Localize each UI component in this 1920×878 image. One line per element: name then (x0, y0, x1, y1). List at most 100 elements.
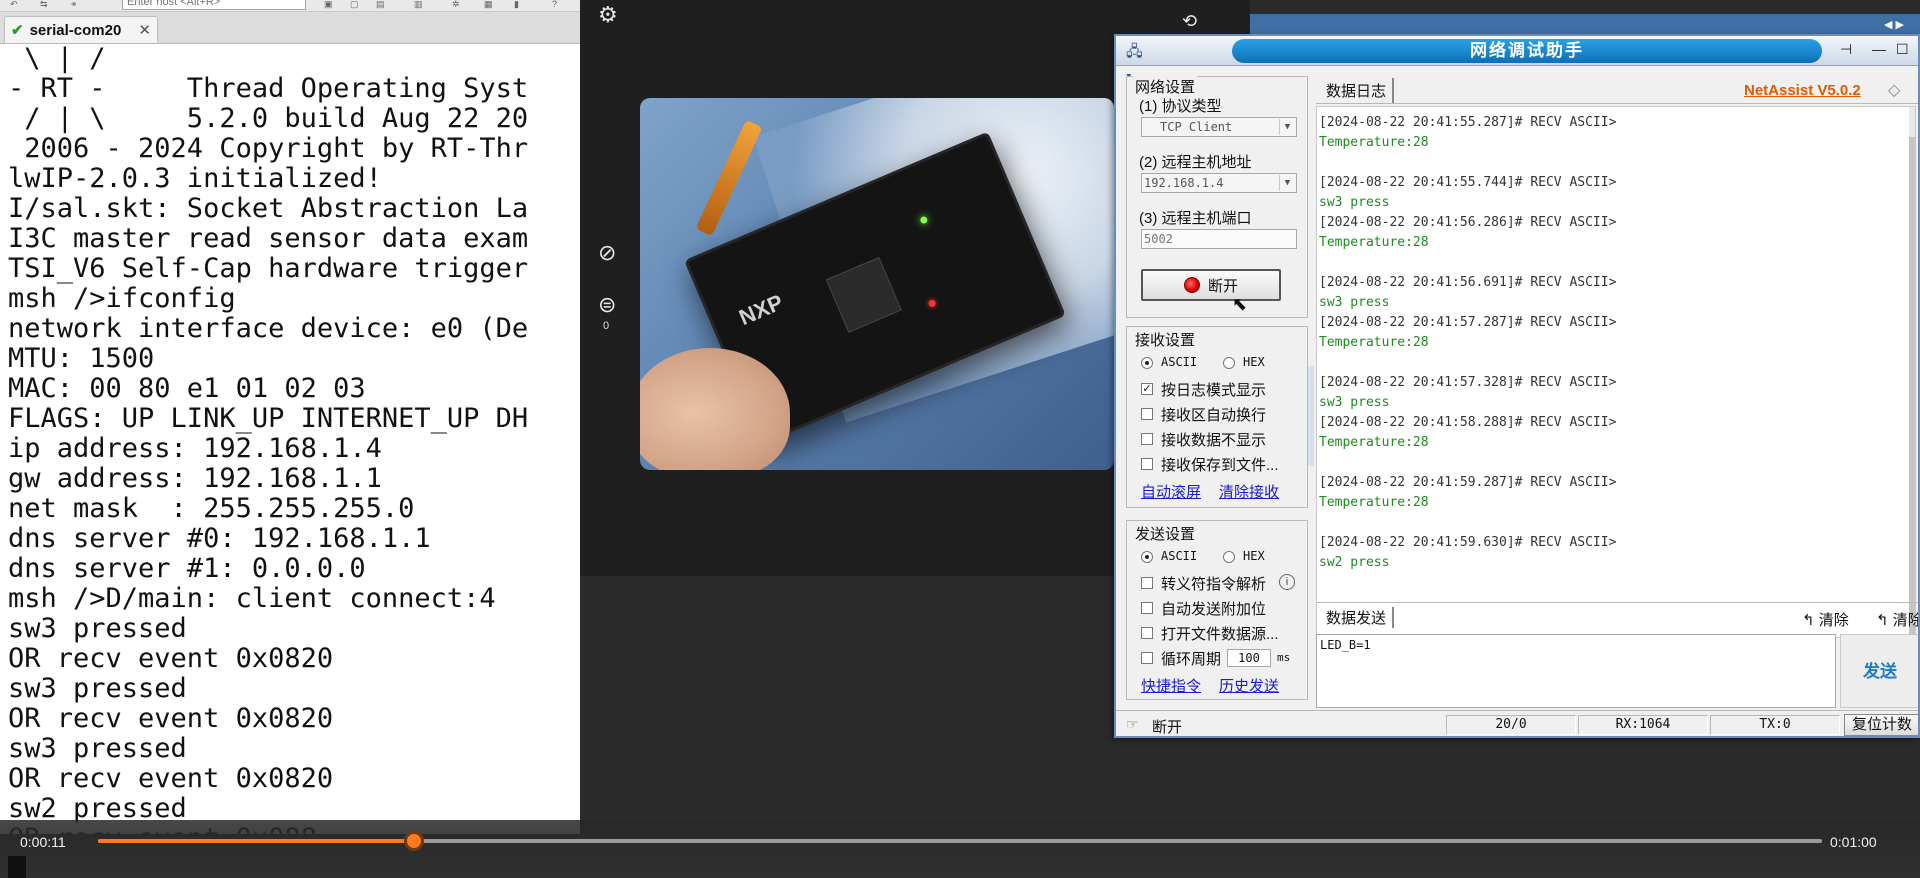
terminal-line: OR recv event 0x0820 (8, 703, 334, 734)
exposure-value: 0 (603, 320, 610, 332)
camera-switch-icon[interactable]: ⟲ (1182, 10, 1197, 32)
tab-label: serial-com20 (29, 21, 122, 39)
green-led (919, 215, 929, 225)
log-entry-header: [2024-08-22 20:41:57.287]# RECV ASCII> (1319, 315, 1617, 330)
lock-icon[interactable]: ▮ (514, 0, 519, 9)
video-player-bar: 0:00:11 0:01:00 (0, 820, 1920, 878)
cycle-checkbox[interactable] (1141, 652, 1153, 664)
connection-icon: ☞ (1126, 716, 1139, 732)
receive-settings-title: 接收设置 (1133, 329, 1198, 350)
tab-serial-com20[interactable]: ✔ serial-com20 ✕ (4, 16, 158, 43)
pin-icon[interactable]: ⊣ (1840, 41, 1852, 58)
panel-splitter[interactable] (1308, 366, 1314, 466)
reset-count-button[interactable]: 复位计数 (1844, 714, 1918, 736)
gem-icon[interactable]: ◇ (1888, 80, 1900, 100)
minimize-icon[interactable]: — (1872, 41, 1886, 57)
recv-hex-label: HEX (1243, 355, 1265, 369)
window-icon[interactable]: ▢ (350, 0, 359, 9)
timer-off-icon[interactable]: ⊘ (598, 242, 616, 264)
log-entry: [2024-08-22 20:41:58.288]# RECV ASCII> Te… (1317, 413, 1915, 473)
network-app-icon[interactable]: 🖧▾ (1126, 41, 1146, 85)
netassist-brand-link[interactable]: NetAssist V5.0.2 (1744, 82, 1861, 99)
host-select[interactable]: 192.168.1.4 ▼ (1141, 173, 1297, 193)
send-hex-radio[interactable] (1223, 551, 1235, 563)
terminal-line: TSI_V6 Self-Cap hardware trigger (8, 253, 529, 284)
log-entry-header: [2024-08-22 20:41:56.691]# RECV ASCII> (1319, 275, 1617, 290)
cycle-period-input[interactable]: 100 (1227, 649, 1271, 667)
seek-track[interactable] (98, 831, 1822, 851)
terminal-line: lwIP-2.0.3 initialized! (8, 163, 382, 194)
port-input[interactable]: 5002 (1141, 229, 1297, 249)
gear-icon[interactable]: ⚙ (598, 4, 618, 26)
exposure-icon[interactable]: ⊜ (598, 294, 616, 316)
copy-icon[interactable]: ▣ (324, 0, 333, 9)
clear-receive-link[interactable]: 清除接收 (1219, 481, 1279, 502)
receive-log[interactable]: [2024-08-22 20:41:55.287]# RECV ASCII> Te… (1316, 106, 1916, 638)
tab-data-send[interactable]: 数据发送 (1320, 607, 1395, 628)
file-source-checkbox[interactable] (1141, 627, 1153, 639)
log-scrollbar[interactable] (1909, 107, 1915, 637)
append-bits-checkbox[interactable] (1141, 602, 1153, 614)
terminal-line: FLAGS: UP LINK_UP INTERNET_UP DH (8, 403, 529, 434)
send-button[interactable]: 发送 (1840, 634, 1918, 708)
port-label: (3) 远程主机端口 (1139, 210, 1252, 227)
save-icon[interactable]: ▤ (376, 0, 385, 9)
log-entry: [2024-08-22 20:41:55.744]# RECV ASCII> sw… (1317, 173, 1915, 213)
auto-wrap-checkbox[interactable] (1141, 408, 1153, 420)
log-entry: [2024-08-22 20:41:56.286]# RECV ASCII> Te… (1317, 213, 1915, 273)
log-entry-data: Temperature:28 (1319, 495, 1429, 510)
terminal-line: 2006 - 2024 Copyright by RT-Thr (8, 133, 529, 164)
chevron-down-icon: ▼ (1279, 119, 1295, 135)
info-icon[interactable]: i (1279, 574, 1295, 590)
auto-wrap-label: 接收区自动换行 (1161, 407, 1267, 424)
log-mode-checkbox[interactable]: ✓ (1141, 383, 1153, 395)
append-bits-label: 自动发送附加位 (1161, 601, 1267, 618)
swap-icon[interactable]: ⇆ (40, 0, 48, 9)
seek-handle[interactable] (404, 831, 424, 851)
log-entry: [2024-08-22 20:41:57.328]# RECV ASCII> sw… (1317, 373, 1915, 413)
clear-send-button-2[interactable]: ↰ 清除 (1876, 609, 1918, 630)
status-rx: RX:1064 (1578, 715, 1708, 735)
keyboard-icon[interactable]: ▦ (484, 0, 493, 9)
terminal-line: MAC: 00 80 e1 01 02 03 (8, 373, 366, 404)
serial-terminal[interactable]: \ | / - RT - Thread Operating Syst / | \ … (0, 44, 580, 834)
clear-send-button[interactable]: ↰ 清除 (1802, 609, 1849, 630)
log-entry-data: Temperature:28 (1319, 135, 1429, 150)
link-icon[interactable]: ⚭ (70, 0, 78, 9)
terminal-line: ip address: 192.168.1.4 (8, 433, 382, 464)
clear-icon: ↰ (1876, 612, 1893, 629)
log-scroll-thumb[interactable] (1909, 137, 1915, 637)
save-file-label: 接收保存到文件... (1161, 457, 1279, 474)
escape-parse-checkbox[interactable] (1141, 577, 1153, 589)
save-file-checkbox[interactable] (1141, 458, 1153, 470)
hide-data-label: 接收数据不显示 (1161, 432, 1267, 449)
log-entry-data: sw3 press (1319, 395, 1390, 410)
back-icon[interactable]: ↶ (10, 0, 18, 9)
close-icon[interactable]: ✕ (138, 21, 151, 39)
background-window-title (1250, 14, 1920, 36)
protocol-select[interactable]: TCP Client ▼ (1141, 117, 1297, 137)
recv-hex-radio[interactable] (1223, 357, 1235, 369)
red-led (927, 298, 937, 309)
network-settings-group: 网络设置 (1) 协议类型 TCP Client ▼ (2) 远程主机地址 19… (1126, 76, 1308, 318)
host-input[interactable] (122, 0, 306, 10)
maximize-icon[interactable]: ☐ (1896, 41, 1909, 58)
print-icon[interactable]: ▥ (414, 0, 423, 9)
scroll-arrows-icon[interactable]: ◀ ▶ (1884, 18, 1904, 31)
terminal-line: I3C master read sensor data exam (8, 223, 529, 254)
hide-data-checkbox[interactable] (1141, 433, 1153, 445)
tab-data-log[interactable]: 数据日志 (1320, 78, 1395, 103)
send-textarea[interactable]: LED_B=1 (1316, 634, 1836, 708)
log-entry: [2024-08-22 20:41:59.287]# RECV ASCII> Te… (1317, 473, 1915, 533)
send-ascii-radio[interactable] (1141, 551, 1153, 563)
settings-icon[interactable]: ✲ (452, 0, 460, 9)
shortcut-commands-link[interactable]: 快捷指令 (1141, 675, 1201, 696)
help-icon[interactable]: ? (552, 0, 557, 9)
disconnect-button[interactable]: 断开 (1141, 269, 1281, 301)
log-entry-header: [2024-08-22 20:41:58.288]# RECV ASCII> (1319, 415, 1617, 430)
auto-scroll-link[interactable]: 自动滚屏 (1141, 481, 1201, 502)
log-entry-data: sw2 press (1319, 555, 1390, 570)
recv-ascii-radio[interactable] (1141, 357, 1153, 369)
terminal-line: msh />ifconfig (8, 283, 236, 314)
send-history-link[interactable]: 历史发送 (1219, 675, 1279, 696)
